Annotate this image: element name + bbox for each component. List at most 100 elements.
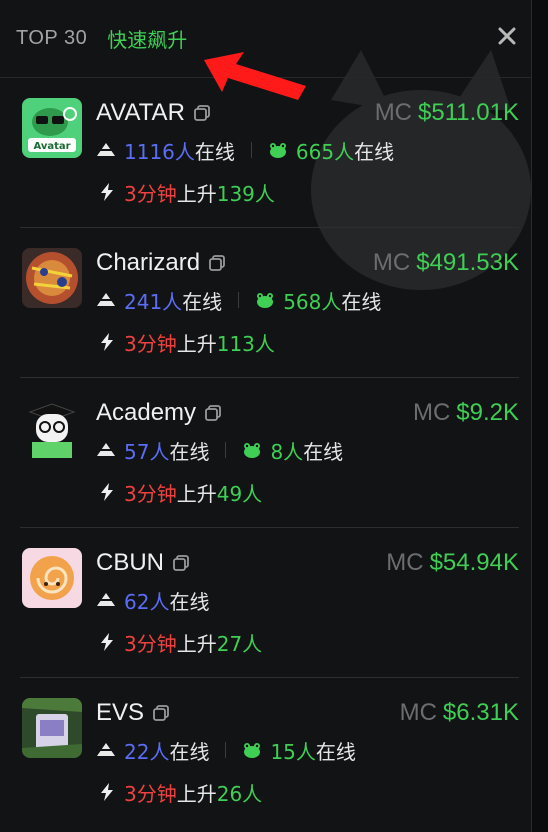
mc-label: MC	[412, 399, 451, 426]
frog-count: 568人	[283, 289, 342, 314]
triangle-icon	[97, 443, 115, 456]
copy-icon[interactable]	[172, 554, 190, 572]
frog-icon	[244, 443, 261, 458]
rise-stats: 3分钟 上升 49人	[96, 478, 262, 506]
rise-label: 上升	[176, 781, 217, 806]
frog-count: 15人	[270, 739, 316, 764]
online-label: 在线	[169, 439, 210, 464]
token-name: Academy	[96, 399, 197, 426]
online-stats: 1116人 在线 665人 在线	[96, 136, 394, 164]
rise-stats: 3分钟 上升 139人	[96, 178, 275, 206]
rise-count: 49人	[216, 481, 263, 506]
holders-count: 1116人	[124, 139, 195, 164]
frog-count: 8人	[270, 439, 304, 464]
online-stats: 57人 在线 8人 在线	[96, 436, 343, 464]
rise-count: 27人	[216, 631, 263, 656]
lightning-icon	[101, 483, 113, 501]
token-name: EVS	[96, 699, 145, 726]
rise-label: 上升	[176, 631, 217, 656]
mc-label: MC	[386, 549, 424, 576]
mc-value: $9.2K	[456, 399, 519, 426]
rise-stats: 3分钟 上升 113人	[96, 328, 275, 356]
market-cap: MC $511.01K	[375, 98, 519, 128]
copy-icon[interactable]	[208, 254, 226, 272]
online-stats: 22人 在线 15人 在线	[96, 736, 356, 764]
rise-time: 3分钟	[124, 631, 177, 656]
rise-time: 3分钟	[124, 481, 177, 506]
online-label: 在线	[182, 289, 223, 314]
list-item[interactable]: CBUN MC $54.94K 62人 在线 3分钟 上升 27人	[20, 528, 519, 678]
rise-label: 上升	[176, 331, 217, 356]
copy-icon[interactable]	[204, 404, 222, 422]
holders-count: 62人	[124, 589, 170, 614]
list-item[interactable]: Academy MC $9.2K 57人 在线 8人 在线 3分钟 上升 49人	[20, 378, 519, 528]
divider	[250, 142, 252, 158]
rise-time: 3分钟	[124, 781, 177, 806]
holders-count: 241人	[124, 289, 183, 314]
holders-count: 57人	[124, 439, 170, 464]
svg-text:Avatar: Avatar	[33, 141, 70, 152]
frog-icon	[257, 293, 274, 308]
frog-icon	[244, 743, 261, 758]
list-item[interactable]: Charizard MC $491.53K 241人 在线 568人 在线 3分钟上…	[20, 228, 519, 378]
holders-count: 22人	[124, 739, 170, 764]
mc-value: $511.01K	[418, 99, 519, 126]
online-stats: 62人 在线	[96, 586, 209, 614]
mc-label: MC	[399, 699, 437, 726]
lightning-icon	[101, 333, 113, 351]
lightning-icon	[101, 633, 113, 651]
online-label: 在线	[169, 739, 210, 764]
rise-stats: 3分钟 上升 26人	[96, 778, 262, 806]
rise-time: 3分钟	[124, 331, 177, 356]
frog-count: 665人	[295, 139, 355, 164]
market-cap: MC $491.53K	[373, 248, 519, 278]
token-name: CBUN	[96, 549, 165, 576]
token-avatar	[22, 398, 82, 458]
online-label: 在线	[169, 589, 210, 614]
online-stats: 241人 在线 568人 在线	[96, 286, 381, 314]
list-item[interactable]: EVS MC $6.31K 22人 在线 15人 在线 3分钟 上升 26人	[20, 678, 519, 828]
market-cap: MC $6.31K	[400, 698, 519, 728]
mc-value: $491.53K	[416, 249, 519, 276]
mc-label: MC	[374, 99, 413, 126]
token-name: AVATAR	[96, 99, 185, 126]
rise-count: 26人	[216, 781, 263, 806]
rise-stats: 3分钟 上升 27人	[96, 628, 262, 656]
divider	[238, 292, 240, 308]
online-label: 在线	[303, 439, 344, 464]
copy-icon[interactable]	[152, 704, 170, 722]
rise-count: 113人	[216, 331, 275, 356]
rise-label: 上升	[176, 481, 217, 506]
online-label: 在线	[341, 289, 382, 314]
trending-panel: TOP 30 快速飙升 Avatar AVATAR MC $511.01K 11…	[0, 0, 532, 832]
triangle-icon	[97, 293, 115, 306]
online-label: 在线	[315, 739, 356, 764]
divider	[225, 742, 227, 758]
rise-time: 3分钟	[124, 181, 177, 206]
token-avatar	[22, 248, 82, 308]
token-avatar: Avatar	[22, 98, 82, 158]
lightning-icon	[101, 783, 113, 801]
lightning-icon	[101, 183, 113, 201]
triangle-icon	[97, 143, 115, 156]
rise-count: 139人	[216, 181, 275, 206]
tab-top30[interactable]: TOP 30	[16, 27, 87, 50]
market-cap: MC $9.2K	[413, 398, 519, 428]
market-cap: MC $54.94K	[386, 548, 519, 578]
token-avatar	[22, 548, 82, 608]
triangle-icon	[97, 743, 115, 756]
copy-icon[interactable]	[193, 104, 211, 122]
token-list: Avatar AVATAR MC $511.01K 1116人 在线 665人 在线	[0, 78, 531, 828]
token-avatar	[22, 698, 82, 758]
tab-fast-rising[interactable]: 快速飙升	[107, 24, 187, 53]
triangle-icon	[97, 593, 115, 606]
mc-value: $54.94K	[429, 549, 519, 576]
online-label: 在线	[194, 139, 235, 164]
mc-label: MC	[372, 249, 411, 276]
frog-icon	[269, 143, 286, 158]
list-item[interactable]: Avatar AVATAR MC $511.01K 1116人 在线 665人 在线	[20, 78, 519, 228]
rise-label: 上升	[176, 181, 217, 206]
online-label: 在线	[354, 139, 395, 164]
close-icon[interactable]	[495, 24, 519, 48]
token-name: Charizard	[96, 249, 201, 276]
